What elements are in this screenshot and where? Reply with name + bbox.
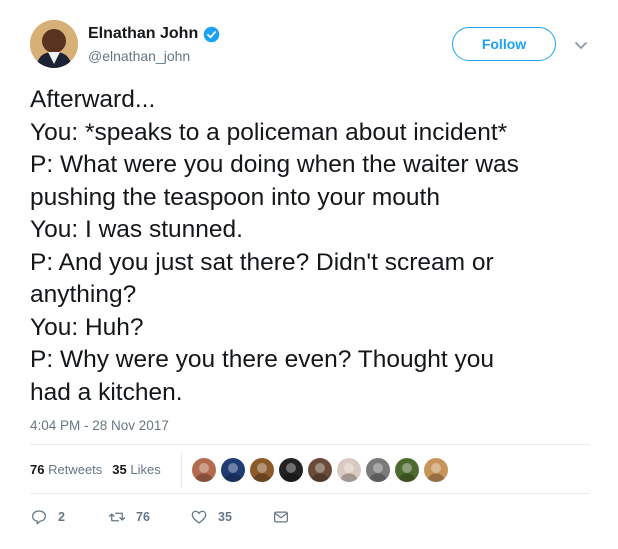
message-action[interactable] — [272, 508, 300, 526]
retweet-count: 76 — [136, 510, 150, 524]
author-name-line[interactable]: Elnathan John — [88, 25, 220, 43]
tweet-stats: 76 Retweets 35 Likes — [30, 462, 171, 477]
stats-separator — [181, 452, 182, 488]
tweet-line: You: I was stunned. — [30, 216, 243, 243]
like-count: 35 — [218, 510, 232, 524]
reply-action[interactable]: 2 — [30, 508, 65, 526]
follow-button[interactable]: Follow — [452, 27, 556, 61]
tweet-text: Afterward... You: *speaks to a policeman… — [30, 84, 605, 409]
likes-label: Likes — [130, 462, 161, 477]
reply-count: 2 — [58, 510, 65, 524]
tweet-line: You: *speaks to a policeman about incide… — [30, 118, 508, 146]
tweet-line: Afterward... — [30, 86, 156, 113]
liker-avatar[interactable] — [308, 458, 332, 482]
likers-avatars — [192, 458, 453, 482]
liker-avatar[interactable] — [221, 458, 245, 482]
reply-icon — [31, 510, 47, 525]
avatar[interactable] — [30, 20, 78, 68]
retweet-icon — [108, 512, 126, 522]
liker-avatar[interactable] — [337, 458, 361, 482]
likes-count: 35 — [112, 462, 127, 477]
tweet-line: You: Huh? — [30, 313, 144, 341]
author-display-name[interactable]: Elnathan John — [88, 25, 198, 43]
verified-badge-icon — [203, 26, 220, 43]
divider — [30, 444, 590, 445]
liker-avatar[interactable] — [366, 458, 390, 482]
liker-avatar[interactable] — [192, 458, 216, 482]
chevron-down-icon[interactable] — [574, 38, 588, 50]
liker-avatar[interactable] — [250, 458, 274, 482]
liker-avatar[interactable] — [279, 458, 303, 482]
tweet-line: P: And you just sat there? Didn't scream… — [30, 248, 494, 276]
tweet-timestamp[interactable]: 4:04 PM - 28 Nov 2017 — [30, 418, 169, 433]
likes-stat[interactable]: 35 Likes — [112, 462, 160, 477]
tweet-card: Elnathan John @elnathan_john Follow Afte… — [0, 0, 618, 549]
retweet-action[interactable]: 76 — [108, 508, 150, 526]
tweet-line: had a kitchen. — [30, 378, 183, 406]
tweet-line: P: Why were you there even? Thought you — [30, 346, 494, 373]
author-handle[interactable]: @elnathan_john — [88, 48, 190, 64]
retweets-label: Retweets — [48, 462, 103, 477]
liker-avatar[interactable] — [424, 458, 448, 482]
tweet-line: P: What were you doing when the waiter w… — [30, 151, 519, 178]
heart-icon — [191, 510, 207, 524]
envelope-icon — [273, 511, 289, 523]
retweets-stat[interactable]: 76 Retweets — [30, 462, 102, 477]
tweet-line: anything? — [30, 281, 137, 308]
retweets-count: 76 — [30, 462, 45, 477]
tweet-actions: 2 76 35 — [30, 508, 330, 528]
liker-avatar[interactable] — [395, 458, 419, 482]
tweet-line: pushing the teaspoon into your mouth — [30, 183, 440, 211]
divider — [30, 493, 590, 494]
like-action[interactable]: 35 — [190, 508, 232, 526]
